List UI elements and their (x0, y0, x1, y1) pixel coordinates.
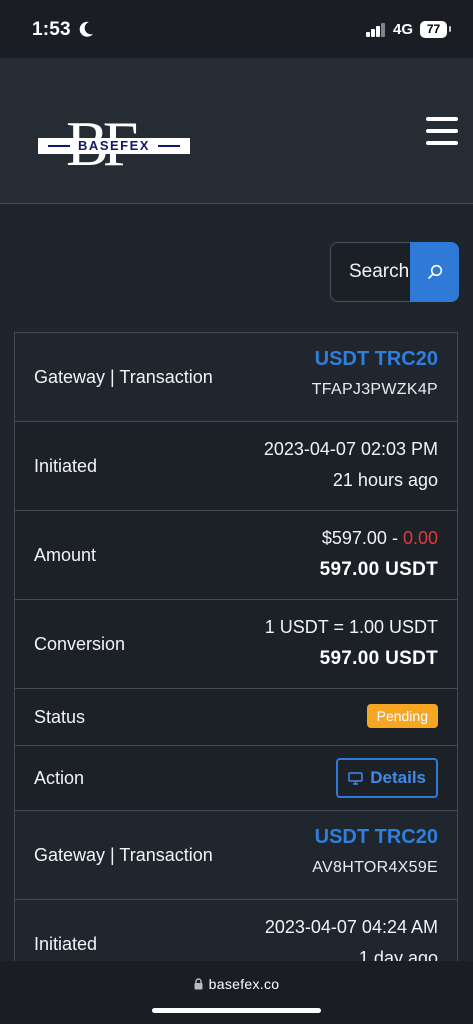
gateway-label: Gateway | Transaction (34, 367, 213, 387)
search-input[interactable] (330, 242, 414, 302)
status-badge: Pending (366, 704, 438, 728)
logo-text: BASEFEX (78, 138, 150, 153)
details-button-label: Details (370, 768, 426, 787)
basefex-logo[interactable]: BF BASEFEX (38, 112, 190, 176)
desktop-icon (348, 771, 363, 785)
initiated-cell: 2023-04-07 02:03 PM 21 hours ago (264, 439, 438, 491)
table-row: Conversion 1 USDT = 1.00 USDT 597.00 USD… (15, 600, 457, 689)
action-cell: Details (336, 758, 438, 798)
initiated-label: Initiated (34, 456, 98, 476)
gateway-name: USDT TRC20 (314, 348, 438, 370)
gateway-label: Gateway | Transaction (34, 845, 213, 865)
amount-total: 597.00 USDT (319, 559, 438, 580)
gateway-name: USDT TRC20 (314, 826, 438, 848)
details-button[interactable]: Details (336, 758, 438, 798)
transactions-table: Gateway | Transaction USDT TRC20 TFAPJ3P… (14, 332, 458, 990)
action-label: Action (34, 768, 85, 788)
table-row: Initiated 2023-04-07 02:03 PM 21 hours a… (15, 422, 457, 511)
browser-address-bar[interactable]: basefex.co (0, 961, 473, 1024)
hamburger-menu-icon[interactable] (426, 117, 458, 145)
transaction-id: AV8HTOR4X59E (312, 859, 438, 876)
table-row: Gateway | Transaction USDT TRC20 AV8HTOR… (15, 811, 457, 900)
initiated-date: 2023-04-07 02:03 PM (263, 439, 438, 459)
converted-amount: 597.00 USDT (319, 648, 438, 669)
moon-icon (79, 21, 93, 37)
conversion-rate: 1 USDT = 1.00 USDT (264, 617, 438, 637)
initiated-ago: 21 hours ago (332, 470, 438, 490)
charge-value: 0.00 (402, 528, 438, 548)
url-display[interactable]: basefex.co (0, 976, 473, 992)
status-label: Status (34, 707, 86, 727)
status-cell: Pending (366, 704, 438, 728)
search-icon (427, 264, 442, 279)
lock-icon (194, 978, 203, 990)
battery-icon: 77 (420, 21, 451, 38)
battery-level: 77 (426, 22, 441, 36)
gateway-cell: USDT TRC20 TFAPJ3PWZK4P (312, 348, 438, 399)
amount-label: Amount (34, 545, 97, 565)
signal-icon (366, 23, 386, 37)
status-time: 1:53 (32, 19, 71, 40)
network-type: 4G (393, 21, 414, 38)
table-row: Status Pending (15, 689, 457, 746)
conversion-label: Conversion (34, 634, 126, 654)
transaction-id: TFAPJ3PWZK4P (311, 381, 438, 398)
initiated-label: Initiated (34, 934, 98, 954)
url-text: basefex.co (208, 976, 280, 992)
amount-separator: - (386, 528, 403, 548)
conversion-cell: 1 USDT = 1.00 USDT 597.00 USDT (265, 617, 438, 670)
initiated-date: 2023-04-07 04:24 AM (264, 917, 438, 937)
status-bar: 1:53 4G 77 (0, 0, 473, 58)
table-row: Amount $597.00 - 0.00 597.00 USDT (15, 511, 457, 600)
site-header: BF BASEFEX (0, 58, 473, 204)
gateway-cell: USDT TRC20 AV8HTOR4X59E (312, 826, 438, 877)
table-row: Action Details (15, 746, 457, 811)
amount-cell: $597.00 - 0.00 597.00 USDT (320, 528, 438, 581)
search-button[interactable] (410, 242, 459, 302)
search-group (330, 242, 459, 302)
amount-value: $597.00 (321, 528, 387, 548)
amount-line: $597.00 - 0.00 (320, 528, 438, 549)
home-indicator[interactable] (152, 1008, 321, 1013)
table-row: Gateway | Transaction USDT TRC20 TFAPJ3P… (15, 333, 457, 422)
